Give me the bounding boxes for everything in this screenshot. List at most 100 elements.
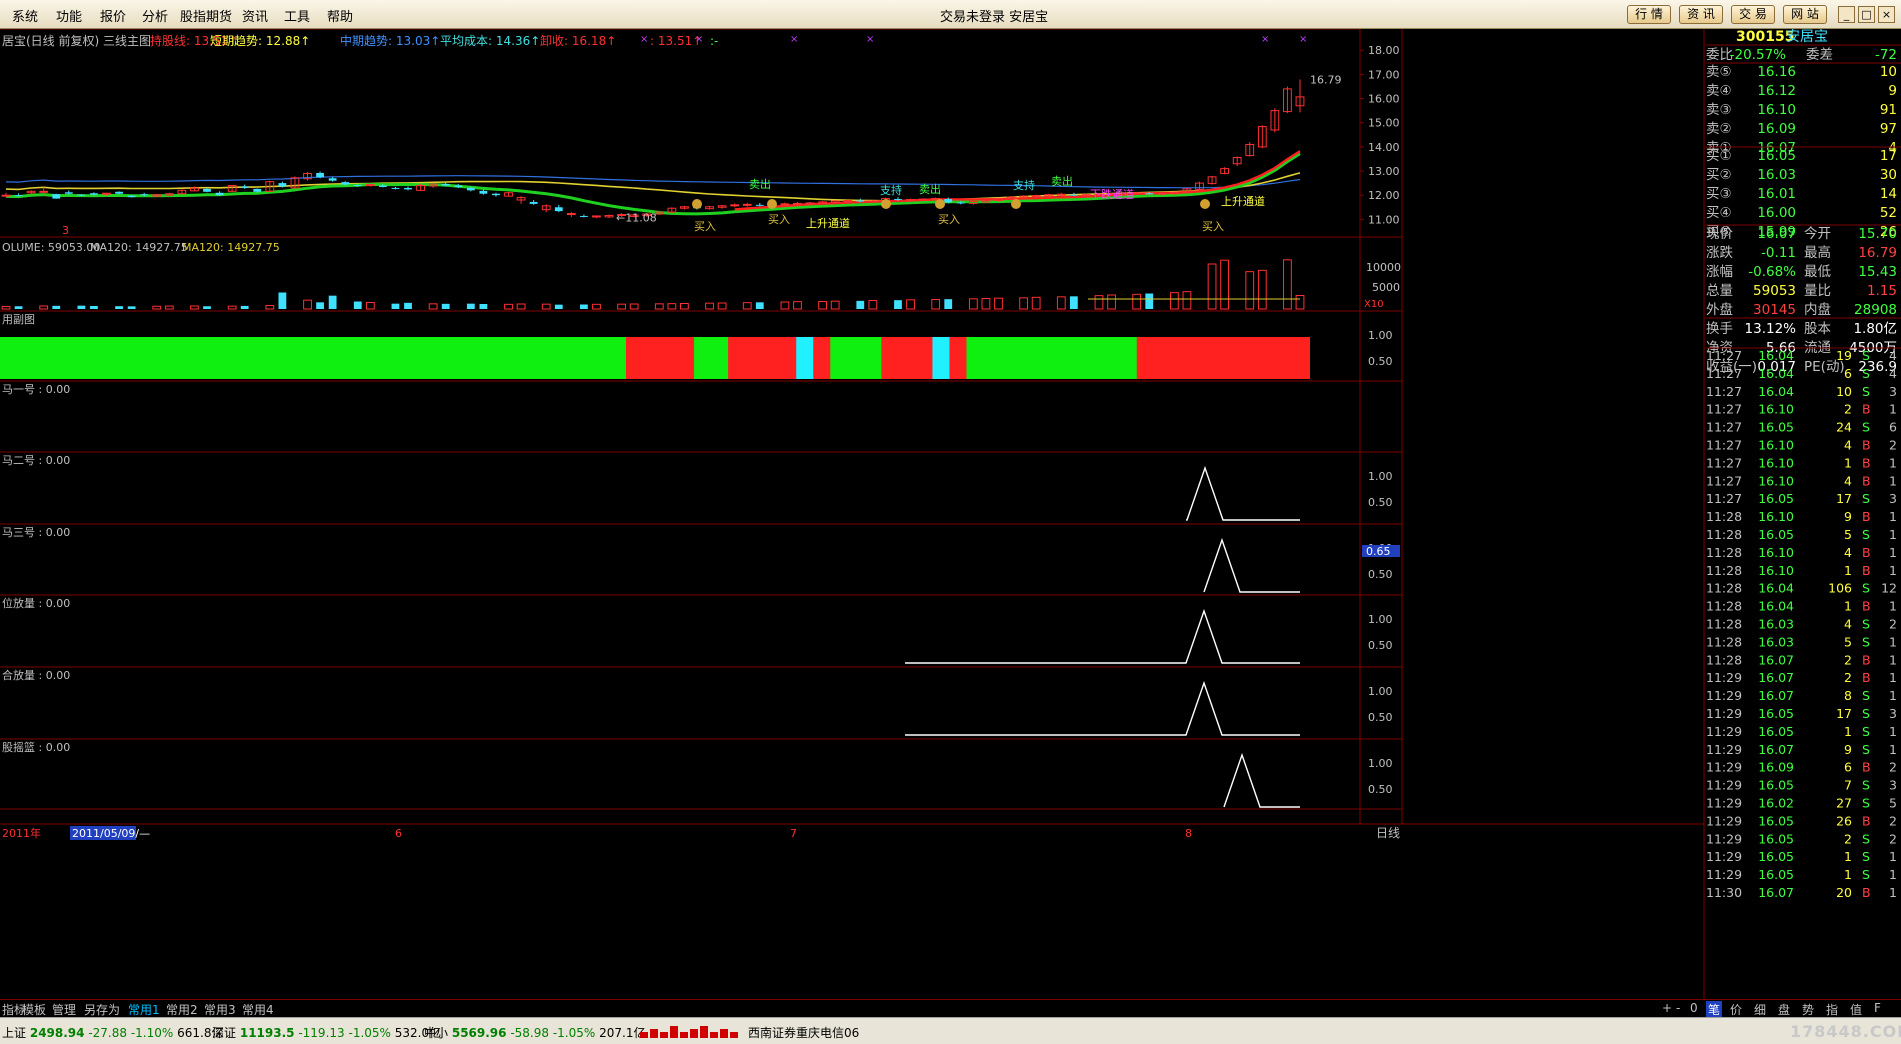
tick-count: 3 bbox=[1889, 706, 1897, 721]
sub-bar bbox=[285, 337, 306, 379]
index-smallcap[interactable]: 中小 5569.96 -58.98 -1.05% 207.1亿 bbox=[424, 1024, 645, 1041]
quote-tab-0[interactable]: 笔 bbox=[1706, 1001, 1723, 1018]
menu-item-4[interactable]: 股指期货 bbox=[180, 6, 232, 25]
order-volume: 52 bbox=[1880, 205, 1897, 221]
price-tick-label: 14.00 bbox=[1368, 141, 1400, 154]
minimize-icon[interactable]: _ bbox=[1838, 6, 1855, 23]
top-button-2[interactable]: 交 易 bbox=[1731, 5, 1775, 24]
menu-item-6[interactable]: 工具 bbox=[284, 6, 310, 25]
volume-bar bbox=[1019, 297, 1029, 310]
index-shanghai[interactable]: 上证 2498.94 -27.88 -1.10% 661.8亿 bbox=[2, 1024, 223, 1041]
close-icon[interactable]: × bbox=[1878, 6, 1895, 23]
volume-bar bbox=[617, 303, 626, 310]
quote-tab-5[interactable]: 指 bbox=[1826, 1001, 1838, 1018]
volume-bar bbox=[1094, 295, 1104, 310]
volume-bar bbox=[1132, 293, 1142, 310]
zoom-button-0[interactable]: + bbox=[1662, 1001, 1672, 1015]
volume-bar bbox=[818, 301, 827, 310]
candle-body bbox=[466, 187, 475, 191]
quote-tab-4[interactable]: 势 bbox=[1802, 1001, 1814, 1018]
tick-count: 1 bbox=[1889, 473, 1897, 488]
tick-count: 2 bbox=[1889, 760, 1897, 775]
template-tab-3[interactable]: 另存为 bbox=[84, 1001, 120, 1018]
volume-bar bbox=[203, 306, 211, 309]
quote-tab-3[interactable]: 盘 bbox=[1778, 1001, 1790, 1018]
signal-label-9: 下跌通道 bbox=[1090, 187, 1134, 201]
stat-value: 16.79 bbox=[1858, 245, 1897, 261]
sub-bar bbox=[881, 337, 902, 379]
volume-tick-1: 5000 bbox=[1372, 281, 1400, 294]
quote-tab-2[interactable]: 细 bbox=[1754, 1001, 1766, 1018]
candle-body bbox=[353, 185, 362, 187]
stat-label: 外盘 bbox=[1706, 301, 1733, 318]
template-tab-5[interactable]: 常用2 bbox=[166, 1001, 198, 1018]
menu-item-3[interactable]: 分析 bbox=[142, 6, 168, 25]
tick-time: 11:27 bbox=[1706, 402, 1742, 417]
candle-body bbox=[341, 182, 350, 185]
menu-item-7[interactable]: 帮助 bbox=[327, 6, 353, 25]
sub-bar bbox=[625, 337, 646, 379]
stat-value: 1.15 bbox=[1867, 283, 1897, 299]
volume-bar bbox=[14, 306, 23, 309]
template-tab-1[interactable]: 模板 bbox=[22, 1001, 46, 1018]
volume-bar bbox=[906, 299, 915, 310]
menu-item-0[interactable]: 系统 bbox=[12, 6, 38, 25]
top-button-1[interactable]: 资 讯 bbox=[1679, 5, 1723, 24]
tick-count: 1 bbox=[1889, 724, 1897, 739]
candle-body bbox=[868, 200, 878, 203]
sub-bar bbox=[898, 337, 919, 379]
volume-bar bbox=[127, 306, 136, 309]
tick-count: 1 bbox=[1889, 742, 1897, 757]
tick-side: B bbox=[1862, 455, 1871, 470]
template-tab-6[interactable]: 常用3 bbox=[204, 1001, 236, 1018]
candle-body bbox=[1, 194, 11, 197]
quote-tab-7[interactable]: F bbox=[1874, 1001, 1881, 1015]
menu-item-2[interactable]: 报价 bbox=[100, 6, 126, 25]
candle-body bbox=[52, 194, 61, 199]
order-price: 16.00 bbox=[1757, 205, 1796, 221]
tick-time: 11:28 bbox=[1706, 581, 1742, 596]
template-tab-2[interactable]: 管理 bbox=[52, 1001, 76, 1018]
top-button-3[interactable]: 网 站 bbox=[1783, 5, 1827, 24]
sub-bar bbox=[711, 337, 732, 379]
template-tab-4[interactable]: 常用1 bbox=[128, 1001, 160, 1018]
sub-bar bbox=[660, 337, 681, 379]
sub-bar bbox=[319, 337, 340, 379]
template-tab-7[interactable]: 常用4 bbox=[242, 1001, 274, 1018]
tick-time: 11:29 bbox=[1706, 813, 1742, 828]
volume-ma2: MA120: 14927.75 bbox=[182, 241, 280, 254]
menu-item-1[interactable]: 功能 bbox=[56, 6, 82, 25]
zoom-button-1[interactable]: - bbox=[1676, 1001, 1680, 1015]
order-price: 16.12 bbox=[1757, 83, 1796, 99]
order-price: 16.01 bbox=[1757, 186, 1796, 202]
top-button-0[interactable]: 行 情 bbox=[1627, 5, 1671, 24]
tick-time: 11:27 bbox=[1706, 491, 1742, 506]
tick-count: 1 bbox=[1889, 670, 1897, 685]
restore-icon[interactable]: □ bbox=[1858, 6, 1875, 23]
indicator-spike-line bbox=[905, 608, 1300, 664]
tick-count: 3 bbox=[1889, 491, 1897, 506]
tick-time: 11:29 bbox=[1706, 688, 1742, 703]
volume-bar bbox=[793, 301, 802, 310]
volume-bar bbox=[1207, 263, 1217, 310]
volume-bar bbox=[504, 303, 513, 310]
zoom-button-2[interactable]: 0 bbox=[1690, 1001, 1698, 1015]
status-bar: 上证 2498.94 -27.88 -1.10% 661.8亿 深证 11193… bbox=[0, 1017, 1901, 1044]
quote-tab-6[interactable]: 值 bbox=[1850, 1001, 1862, 1018]
chart-area[interactable]: 居宝(日线 前复权) 三线主图 持股线: 13.51↑短期趋势: 12.88↑ 中期… bbox=[0, 29, 1901, 999]
tick-time: 11:27 bbox=[1706, 455, 1742, 470]
quote-tab-1[interactable]: 价 bbox=[1730, 1001, 1742, 1018]
marker-3: 3 bbox=[62, 224, 69, 237]
tick-volume: 4 bbox=[1844, 545, 1852, 560]
volume-bar bbox=[328, 295, 337, 309]
menu-item-5[interactable]: 资讯 bbox=[242, 6, 268, 25]
volume-bar bbox=[90, 306, 98, 309]
tick-count: 2 bbox=[1889, 831, 1897, 846]
candle-body bbox=[378, 185, 387, 187]
candle-body bbox=[566, 213, 576, 216]
candle-body bbox=[755, 204, 764, 206]
signal-label-1: 买入 bbox=[694, 220, 716, 233]
candle-body bbox=[780, 203, 790, 206]
candle-body bbox=[215, 192, 224, 196]
index-shenzhen[interactable]: 深证 11193.5 -119.13 -1.05% 532.0亿 bbox=[212, 1024, 441, 1041]
